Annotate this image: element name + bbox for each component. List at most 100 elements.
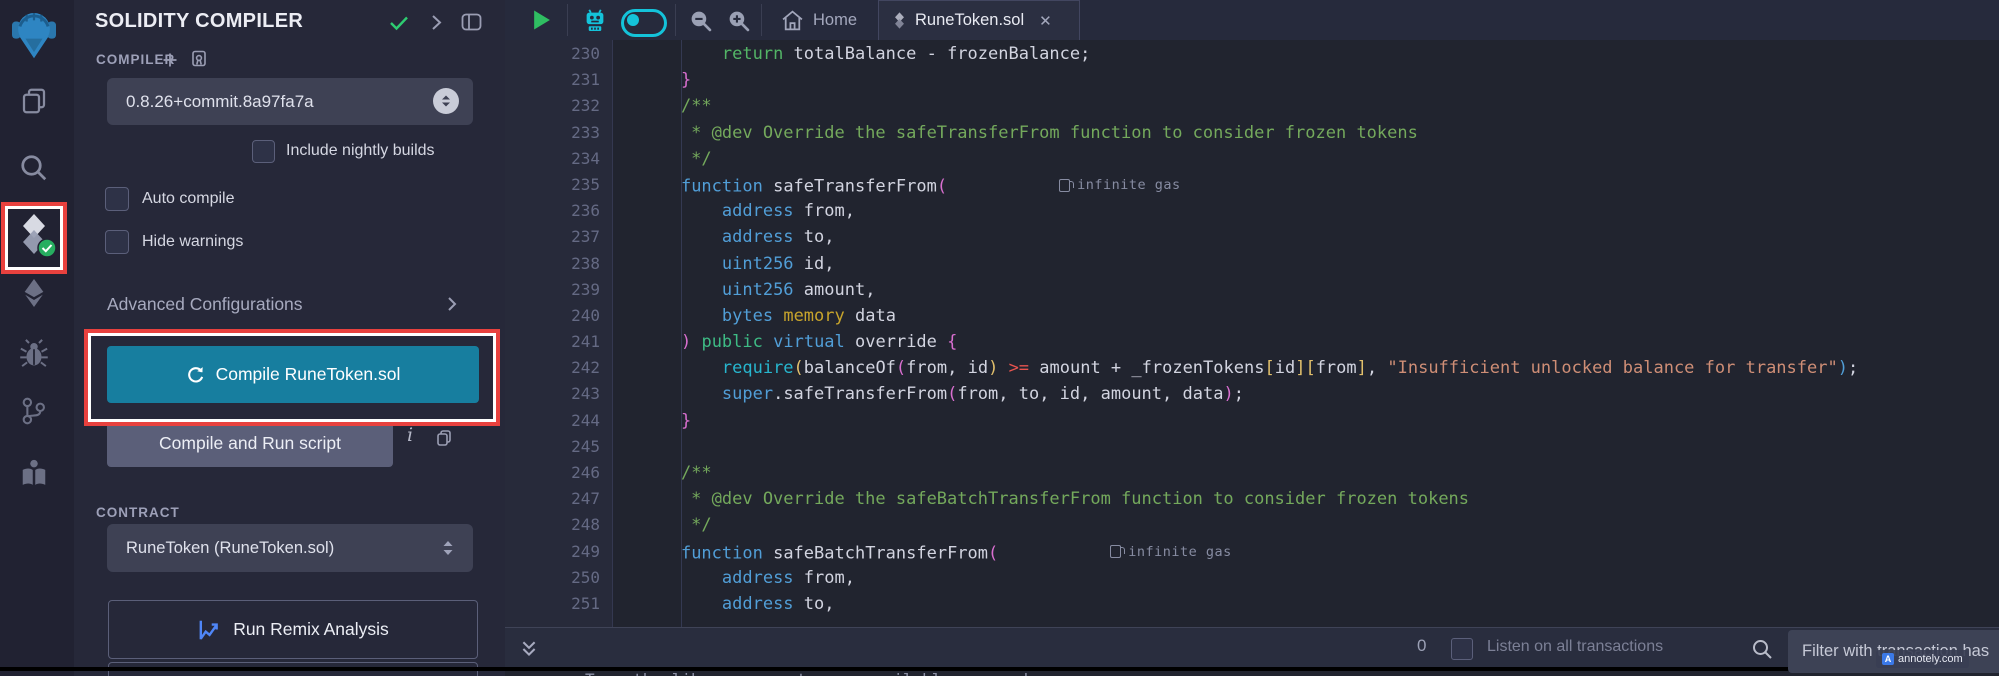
pin-panel-chevron-icon[interactable]	[431, 14, 442, 36]
code-text: function safeBatchTransferFrom(infinite …	[640, 539, 1232, 565]
line-number: 244	[505, 408, 600, 434]
zoom-out-icon[interactable]	[689, 9, 712, 37]
code-line[interactable]: 249 function safeBatchTransferFrom(infin…	[505, 539, 1999, 565]
analysis-chart-icon	[197, 618, 221, 642]
include-nightly-checkbox[interactable]	[252, 140, 275, 163]
code-line[interactable]: 233 * @dev Override the safeTransferFrom…	[505, 120, 1999, 146]
watermark: A annotely.com	[1876, 650, 1969, 668]
editor-area: Home RuneToken.sol ✕ 230 return totalBal…	[505, 0, 1999, 676]
line-number: 237	[505, 224, 600, 250]
editor-toolbar: Home RuneToken.sol ✕	[505, 0, 1999, 41]
close-tab-icon[interactable]: ✕	[1039, 12, 1052, 30]
code-line[interactable]: 239 uint256 amount,	[505, 277, 1999, 303]
code-line[interactable]: 251 address to,	[505, 591, 1999, 617]
remix-logo[interactable]	[12, 10, 56, 60]
advanced-chevron-icon[interactable]	[447, 296, 457, 317]
code-text: address from,	[640, 565, 855, 591]
side-panel-layout-icon[interactable]	[461, 13, 482, 36]
code-line[interactable]: 230 return totalBalance - frozenBalance;	[505, 41, 1999, 67]
git-icon[interactable]	[20, 396, 47, 426]
code-line[interactable]: 231 }	[505, 67, 1999, 93]
code-line[interactable]: 238 uint256 id,	[505, 251, 1999, 277]
info-icon[interactable]: i	[407, 424, 413, 446]
compile-and-run-button[interactable]: Compile and Run script	[107, 419, 393, 467]
code-line[interactable]: 235 function safeTransferFrom(infinite g…	[505, 172, 1999, 198]
line-number: 240	[505, 303, 600, 329]
gas-estimate-annotation: infinite gas	[1110, 539, 1232, 565]
search-icon[interactable]	[19, 153, 49, 183]
code-text: /**	[640, 460, 712, 486]
copy-icon[interactable]	[434, 428, 454, 453]
toolbar-separator	[567, 4, 568, 36]
terminal-search-icon[interactable]	[1751, 638, 1773, 665]
line-number: 245	[505, 434, 600, 460]
zoom-in-icon[interactable]	[727, 9, 750, 37]
code-text: * @dev Override the safeTransferFrom fun…	[640, 120, 1418, 146]
hide-warnings-checkbox[interactable]	[105, 230, 129, 254]
listen-all-transactions-checkbox[interactable]	[1451, 638, 1473, 660]
code-line[interactable]: 240 bytes memory data	[505, 303, 1999, 329]
expand-terminal-chevrons-icon[interactable]	[521, 640, 537, 663]
code-line[interactable]: 250 address from,	[505, 565, 1999, 591]
file-explorer-icon[interactable]	[19, 86, 49, 116]
learneth-icon[interactable]	[19, 458, 49, 488]
gas-pump-icon	[1059, 179, 1070, 192]
deploy-run-icon[interactable]	[20, 277, 48, 309]
auto-compile-checkbox[interactable]	[105, 187, 129, 211]
line-number: 230	[505, 41, 600, 67]
run-script-play-icon[interactable]	[531, 8, 552, 37]
contract-select[interactable]: RuneToken (RuneToken.sol)	[107, 524, 473, 572]
watermark-logo: A	[1882, 653, 1894, 665]
code-text: require(balanceOf(from, id) >= amount + …	[640, 355, 1858, 381]
refresh-icon	[186, 365, 205, 384]
code-line[interactable]: 236 address from,	[505, 198, 1999, 224]
line-number: 234	[505, 146, 600, 172]
tab-home-label: Home	[813, 11, 857, 30]
code-line[interactable]: 248 */	[505, 512, 1999, 538]
line-number: 250	[505, 565, 600, 591]
code-text: uint256 id,	[640, 251, 835, 277]
advanced-configurations-toggle[interactable]: Advanced Configurations	[107, 294, 303, 315]
code-text: bytes memory data	[640, 303, 896, 329]
code-text: ) public virtual override {	[640, 329, 957, 355]
code-viewport[interactable]: 230 return totalBalance - frozenBalance;…	[505, 40, 1999, 627]
compile-success-check-icon	[389, 15, 409, 36]
bottom-edge-strip	[0, 667, 1999, 671]
code-line[interactable]: 245	[505, 434, 1999, 460]
code-line[interactable]: 247 * @dev Override the safeBatchTransfe…	[505, 486, 1999, 512]
contract-select-updown-icon	[441, 539, 455, 562]
code-line[interactable]: 241 ) public virtual override {	[505, 329, 1999, 355]
code-lines: 230 return totalBalance - frozenBalance;…	[505, 41, 1999, 617]
code-text: }	[640, 67, 691, 93]
code-line[interactable]: 246 /**	[505, 460, 1999, 486]
compiler-version-select[interactable]: 0.8.26+commit.8a97fa7a	[107, 78, 473, 125]
code-line[interactable]: 237 address to,	[505, 224, 1999, 250]
toggle-knob	[627, 14, 639, 26]
gas-pump-icon	[1110, 545, 1121, 558]
debugger-icon[interactable]	[19, 338, 49, 368]
solidity-file-icon	[893, 12, 906, 29]
version-select-updown-icon	[433, 88, 459, 114]
code-line[interactable]: 242 require(balanceOf(from, id) >= amoun…	[505, 355, 1999, 381]
compiler-license-icon[interactable]	[191, 50, 208, 74]
code-line[interactable]: 244 }	[505, 408, 1999, 434]
run-remix-analysis-label: Run Remix Analysis	[233, 619, 389, 640]
solidity-compiler-panel: SOLIDITY COMPILER COMPILER	[74, 0, 505, 676]
compile-button[interactable]: Compile RuneToken.sol	[107, 346, 479, 403]
tab-home[interactable]: Home	[767, 0, 871, 40]
code-text: */	[640, 146, 712, 172]
code-line[interactable]: 232 /**	[505, 93, 1999, 119]
line-number: 232	[505, 93, 600, 119]
code-line[interactable]: 234 */	[505, 146, 1999, 172]
add-custom-compiler-icon[interactable]	[162, 52, 178, 73]
ai-copilot-robot-icon[interactable]	[582, 9, 608, 37]
run-remix-analysis-button[interactable]: Run Remix Analysis	[108, 600, 478, 659]
contract-select-value: RuneToken (RuneToken.sol)	[107, 539, 334, 558]
code-text: */	[640, 512, 712, 538]
copilot-toggle[interactable]	[621, 9, 667, 37]
code-text: address to,	[640, 224, 835, 250]
tab-runetoken-sol[interactable]: RuneToken.sol ✕	[878, 0, 1080, 40]
code-text: function safeTransferFrom(infinite gas	[640, 172, 1181, 198]
code-text: uint256 amount,	[640, 277, 875, 303]
code-line[interactable]: 243 super.safeTransferFrom(from, to, id,…	[505, 381, 1999, 407]
